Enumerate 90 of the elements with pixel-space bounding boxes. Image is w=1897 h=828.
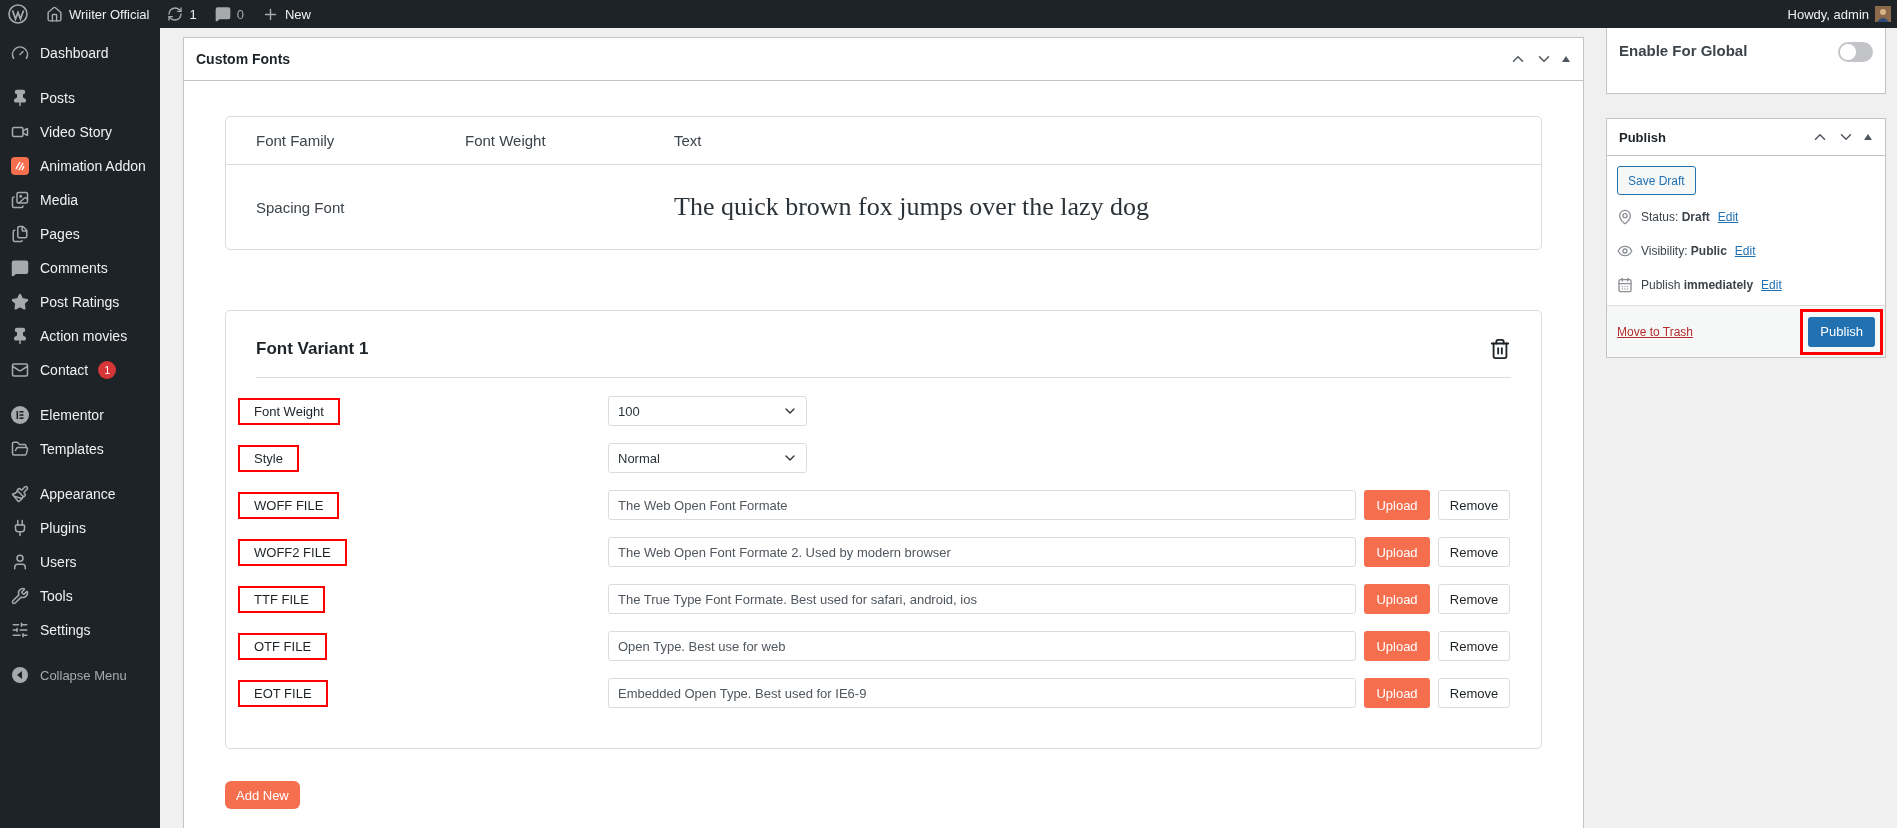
select-field[interactable]: Normal [608,443,807,473]
sidebar-item[interactable]: Comments [0,251,160,285]
user-icon [11,553,29,571]
remove-button[interactable]: Remove [1438,490,1510,520]
edit-link[interactable]: Edit [1761,278,1782,292]
file-url-field[interactable]: The Web Open Font Formate [608,490,1356,520]
sidebar-item[interactable]: Plugins [0,511,160,545]
sidebar-item[interactable]: Dashboard [0,36,160,70]
sidebar-item[interactable]: Pages [0,217,160,251]
home-icon [46,5,63,23]
toggle-label: Enable For Global [1619,42,1748,61]
mail-icon [11,361,29,379]
calendar-icon [1617,277,1633,293]
sidebar-item[interactable]: Media [0,183,160,217]
sidebar-item[interactable]: Appearance [0,477,160,511]
sidebar-item[interactable]: Video Story [0,115,160,149]
field-label: EOT FILE [238,679,328,707]
sidebar-item[interactable]: Elementor [0,398,160,432]
greeting[interactable]: Howdy, admin [1787,6,1869,22]
site-name-link[interactable]: Wriiter Official [46,5,150,23]
field-label: WOFF2 FILE [238,538,347,566]
sliders-icon [11,621,29,639]
sidebar-item[interactable]: Post Ratings [0,285,160,319]
collapse-triangle-icon[interactable] [1561,55,1571,63]
file-url-field[interactable]: The True Type Font Formate. Best used for safari, android, ios [608,584,1356,614]
site-name[interactable]: Wriiter Official [69,6,150,22]
elementor-icon [11,406,29,424]
notification-badge: 1 [98,361,117,379]
publish-meta-text: Status: Draft [1641,210,1710,224]
comments-count[interactable]: 0 [236,6,244,22]
column-header: Text [674,132,703,149]
box-title: Publish [1619,129,1666,145]
remove-button[interactable]: Remove [1438,537,1510,567]
sidebar-item[interactable]: Animation Addon [0,149,160,183]
file-url-field[interactable]: Open Type. Best use for web [608,631,1356,661]
sidebar-item[interactable]: Settings [0,613,160,647]
collapse-menu-item[interactable]: Collapse Menu [0,658,160,692]
publish-button[interactable]: Publish [1808,316,1875,347]
select-field[interactable]: 100 [608,396,807,426]
column-header: Font Family [256,132,336,149]
field-label: TTF FILE [238,585,325,613]
table-cell-text: Spacing Font [256,198,346,216]
sidebar-item[interactable]: Templates [0,432,160,466]
collapse-triangle-icon[interactable] [1863,133,1873,141]
updates-count[interactable]: 1 [189,6,197,22]
sidebar-item[interactable]: Action movies [0,319,160,353]
star-icon [11,293,29,311]
animation-addon-icon [11,157,29,175]
file-url-field[interactable]: The Web Open Font Formate 2. Used by modern browser [608,537,1356,567]
file-url-field[interactable]: Embedded Open Type. Best used for IE6-9 [608,678,1356,708]
updates-icon[interactable] [167,6,184,22]
media-icon [11,191,29,209]
sample-text: The quick brown fox jumps over the lazy dog [674,192,1151,222]
sidebar-item[interactable]: Posts [0,81,160,115]
field-label: WOFF FILE [238,491,340,519]
field-label: Style [238,444,299,472]
pin-icon [11,327,29,345]
column-header: Font Weight [465,132,547,149]
folder-icon [11,440,29,458]
panel-title: Custom Fonts [196,51,291,67]
sidebar-item[interactable]: Contact 1 [0,353,160,387]
wordpress-logo-icon[interactable] [8,4,28,24]
publish-meta-text: Visibility: Public [1641,244,1727,258]
pages-icon [11,225,29,243]
gauge-icon [11,44,29,62]
collapse-icon [11,666,29,684]
move-to-trash-link[interactable]: Move to Trash [1617,324,1694,339]
comment-icon[interactable] [214,6,231,22]
delete-icon[interactable] [1489,338,1511,360]
field-label: OTF FILE [238,632,328,660]
avatar[interactable] [1875,6,1891,22]
save-draft-button[interactable]: Save Draft [1617,166,1696,195]
remove-button[interactable]: Remove [1438,631,1510,661]
paintbrush-icon [11,485,29,503]
pin-icon [1617,209,1633,225]
comment-icon [11,259,29,277]
new-link[interactable]: New [284,6,311,22]
eye-icon [1617,243,1633,259]
pin-icon [11,89,29,107]
toggle-switch[interactable] [1838,42,1873,62]
sidebar-item[interactable]: Tools [0,579,160,613]
wrench-icon [11,587,29,605]
remove-button[interactable]: Remove [1438,584,1510,614]
edit-link[interactable]: Edit [1734,244,1756,258]
publish-meta-text: Publish immediately [1641,278,1754,292]
edit-link[interactable]: Edit [1717,210,1739,224]
variant-title: Font Variant 1 [256,339,369,359]
remove-button[interactable]: Remove [1438,678,1510,708]
sidebar-item[interactable]: Users [0,545,160,579]
field-label: Font Weight [238,397,340,425]
